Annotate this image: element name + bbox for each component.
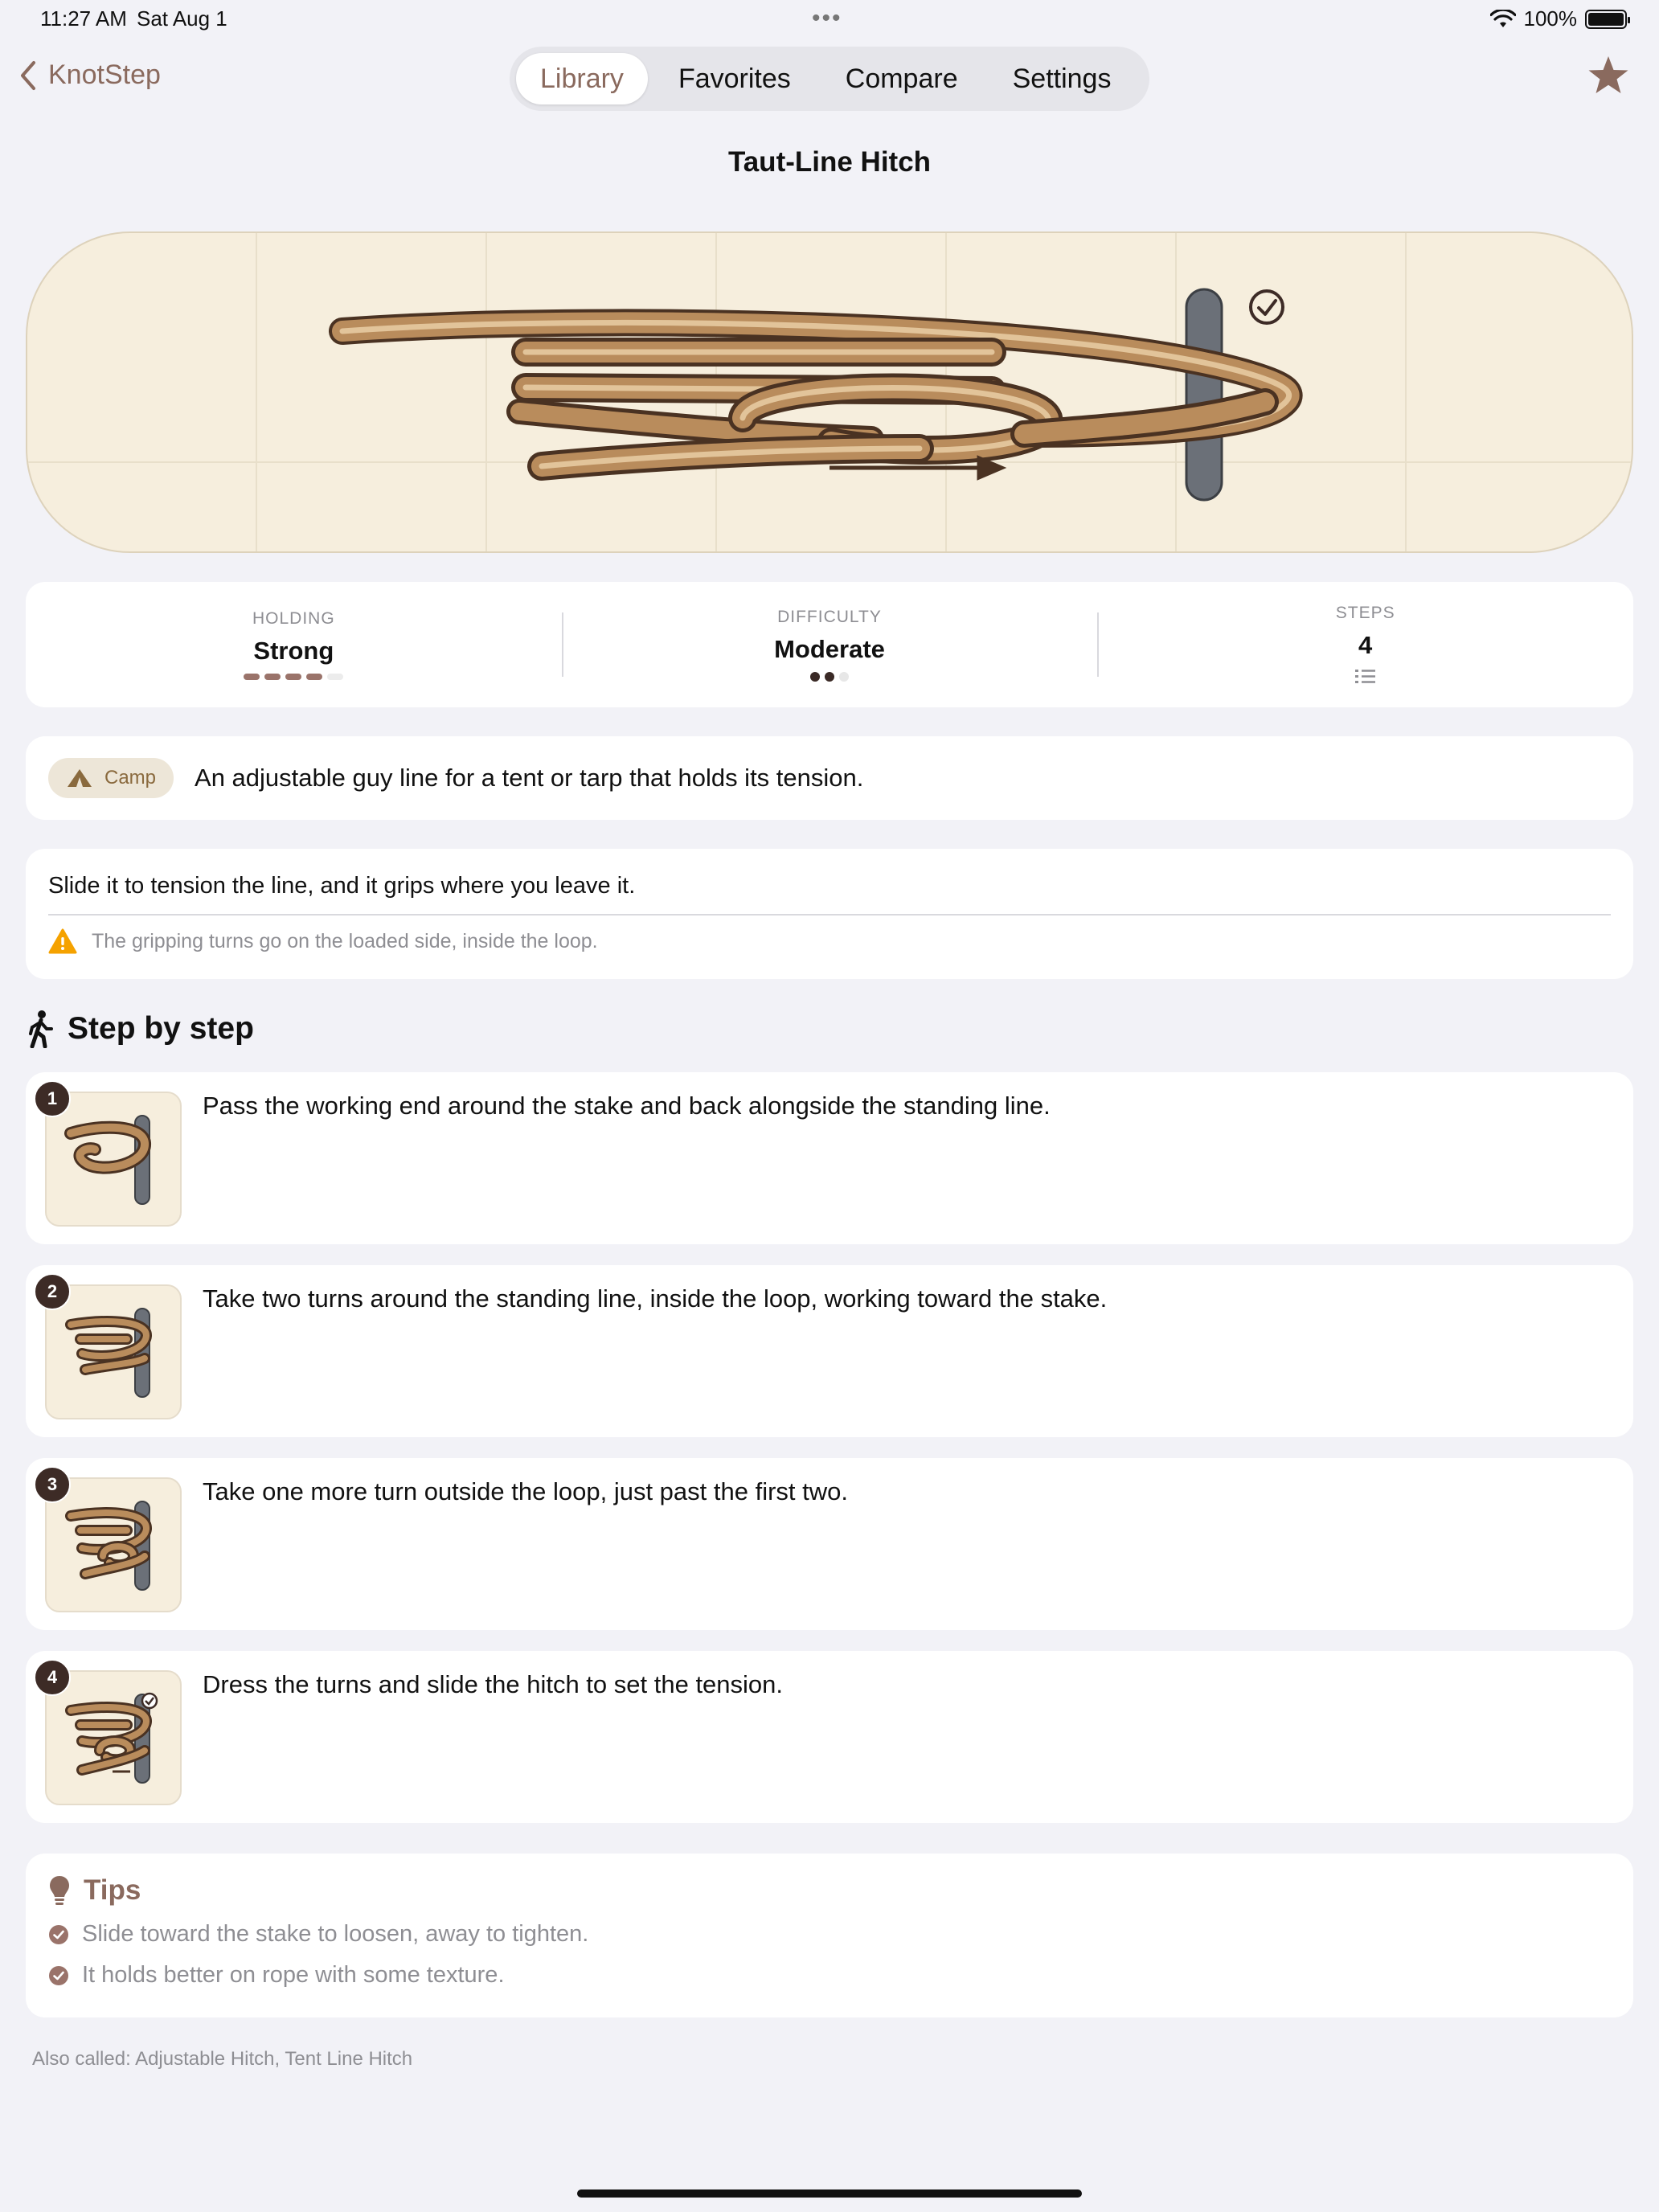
list-numbered-icon bbox=[1354, 670, 1375, 683]
step-number-badge: 4 bbox=[34, 1659, 71, 1696]
stat-difficulty: DIFFICULTY Moderate bbox=[561, 582, 1098, 707]
step-thumbnail bbox=[45, 1284, 182, 1419]
detail-card: Slide it to tension the line, and it gri… bbox=[26, 849, 1633, 979]
step-card-3[interactable]: 3 Take one more turn outside the loop, j… bbox=[26, 1458, 1633, 1630]
step-text: Pass the working end around the stake an… bbox=[203, 1092, 1051, 1120]
category-label: Camp bbox=[104, 767, 157, 789]
page-title: Taut-Line Hitch bbox=[727, 146, 932, 178]
holding-value: Strong bbox=[253, 637, 334, 665]
step-thumbnail bbox=[45, 1092, 182, 1227]
chevron-left-icon bbox=[21, 60, 35, 90]
detail-text: Slide it to tension the line, and it gri… bbox=[48, 873, 636, 899]
summary-card: Camp An adjustable guy line for a tent o… bbox=[26, 736, 1633, 820]
holding-meter bbox=[244, 674, 344, 680]
difficulty-label: DIFFICULTY bbox=[777, 608, 882, 626]
step-number-badge: 3 bbox=[34, 1466, 71, 1503]
tips-title: Tips bbox=[84, 1874, 141, 1906]
steps-title: Step by step bbox=[68, 1011, 254, 1046]
tips-header: Tips bbox=[48, 1874, 1611, 1907]
tab-library[interactable]: Library bbox=[516, 53, 648, 104]
checkmark-circle-icon bbox=[49, 1965, 68, 1985]
difficulty-meter bbox=[810, 672, 849, 682]
tab-switcher: Library Favorites Compare Settings bbox=[510, 47, 1149, 111]
tip-text: It holds better on rope with some textur… bbox=[82, 1962, 505, 1988]
back-label: KnotStep bbox=[48, 59, 161, 90]
back-button[interactable]: KnotStep bbox=[19, 59, 161, 91]
wifi-icon bbox=[1489, 9, 1516, 27]
steps-value: 4 bbox=[1358, 631, 1373, 659]
holding-label: HOLDING bbox=[252, 609, 335, 628]
favorite-star-icon[interactable] bbox=[1587, 55, 1630, 100]
tent-icon bbox=[68, 769, 92, 787]
divider bbox=[48, 914, 1611, 916]
also-called: Also called: Adjustable Hitch, Tent Line… bbox=[32, 2048, 413, 2070]
tip-item: Slide toward the stake to loosen, away t… bbox=[48, 1921, 1611, 1948]
stat-holding: HOLDING Strong bbox=[26, 582, 562, 707]
stat-steps: STEPS 4 bbox=[1097, 582, 1633, 707]
checkmark-circle-icon bbox=[49, 1924, 68, 1944]
battery-percent: 100% bbox=[1523, 6, 1578, 31]
battery-icon bbox=[1585, 9, 1630, 29]
home-indicator[interactable] bbox=[577, 2189, 1082, 2198]
knot-diagram[interactable] bbox=[26, 231, 1633, 553]
category-badge[interactable]: Camp bbox=[48, 758, 174, 798]
step-number-badge: 1 bbox=[34, 1080, 71, 1117]
warning-text: The gripping turns go on the loaded side… bbox=[92, 929, 598, 952]
warning-icon bbox=[48, 928, 77, 954]
step-text: Take one more turn outside the loop, jus… bbox=[203, 1477, 848, 1505]
tab-compare[interactable]: Compare bbox=[821, 53, 982, 104]
status-date: Sat Aug 1 bbox=[137, 6, 227, 31]
lightbulb-icon bbox=[50, 1876, 69, 1905]
step-card-2[interactable]: 2 Take two turns around the standing lin… bbox=[26, 1265, 1633, 1437]
step-thumbnail bbox=[45, 1477, 182, 1612]
tab-favorites[interactable]: Favorites bbox=[654, 53, 815, 104]
check-circle-icon bbox=[1249, 289, 1284, 325]
tips-card: Tips Slide toward the stake to loosen, a… bbox=[26, 1854, 1633, 2017]
summary-text: An adjustable guy line for a tent or tar… bbox=[195, 764, 864, 792]
step-thumbnail bbox=[45, 1670, 182, 1805]
tip-item: It holds better on rope with some textur… bbox=[48, 1962, 1611, 1989]
step-card-1[interactable]: 1 Pass the working end around the stake … bbox=[26, 1072, 1633, 1244]
status-right: 100% bbox=[1489, 6, 1630, 31]
stake-shape bbox=[1185, 288, 1223, 502]
step-number-badge: 2 bbox=[34, 1273, 71, 1310]
walking-figure-icon bbox=[29, 1010, 53, 1048]
tip-text: Slide toward the stake to loosen, away t… bbox=[82, 1921, 589, 1947]
step-card-4[interactable]: 4 Dress the turns and slide the hitch to… bbox=[26, 1651, 1633, 1823]
stats-card: HOLDING Strong DIFFICULTY Moderate STEPS… bbox=[26, 582, 1633, 707]
multitasking-dots-icon[interactable]: ••• bbox=[812, 5, 842, 32]
step-text: Dress the turns and slide the hitch to s… bbox=[203, 1670, 784, 1698]
steps-label: STEPS bbox=[1335, 604, 1395, 622]
steps-header: Step by step bbox=[26, 1010, 254, 1048]
warning-row: The gripping turns go on the loaded side… bbox=[48, 928, 1611, 954]
status-time: 11:27 AM bbox=[40, 6, 127, 31]
tab-settings[interactable]: Settings bbox=[989, 53, 1136, 104]
step-text: Take two turns around the standing line,… bbox=[203, 1284, 1108, 1313]
difficulty-value: Moderate bbox=[774, 635, 885, 663]
